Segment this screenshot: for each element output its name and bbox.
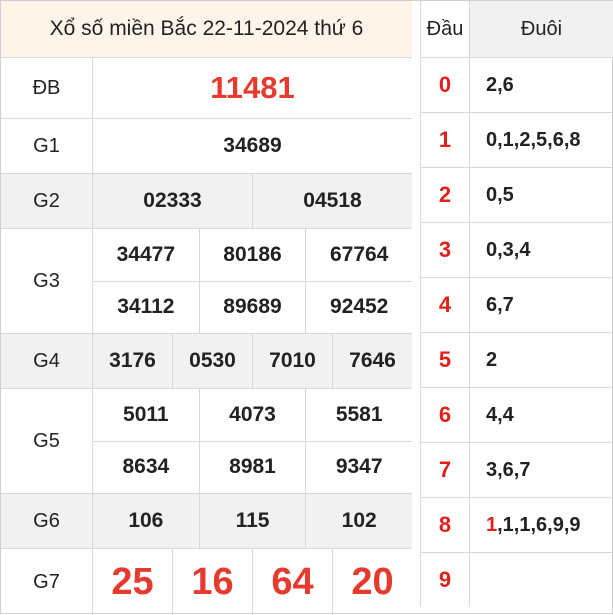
prize-number: 04518 [252,174,412,228]
prize-label-g4: G4 [1,334,93,388]
prize-row-g4: G4 3176 0530 7010 7646 [1,334,412,389]
prize-number: 02333 [143,189,202,212]
loto-row: 4 6,7 [421,278,613,333]
loto-tail [470,553,613,607]
tail-column-label: Đuôi [470,1,613,57]
loto-tail: 0,3,4 [486,238,531,261]
prize-number: 25 [111,560,154,603]
prize-row-g6: G6 106 115 102 [1,494,412,549]
loto-head: 8 [421,498,470,552]
prize-number: 106 [128,509,164,532]
prize-number: 34477 [116,242,176,266]
prize-number: 115 [198,494,306,548]
loto-row: 9 [421,553,613,607]
loto-head: 4 [421,278,470,332]
prize-number: 3176 [109,349,156,372]
loto-tail: 0,1,2,5,6,8 [486,128,581,151]
loto-tail: 0,5 [486,183,514,206]
special-prize-number: 11481 [210,70,295,105]
prize-number: 16 [172,549,252,615]
loto-head: 1 [421,113,470,167]
loto-tail: 4,4 [486,403,514,426]
prize-number: 89689 [198,281,306,333]
prize-row-g7: G7 25 16 64 20 [1,549,412,615]
lottery-results-panel: Xổ số miền Bắc 22-11-2024 thứ 6 ĐB 11481… [0,0,613,615]
prize-label-g6: G6 [1,494,93,548]
prize-label-g2: G2 [1,174,93,228]
loto-tail: 1,1,1,6,9,9 [470,498,613,552]
loto-row: 7 3,6,7 [421,443,613,498]
prize-number: 102 [305,494,412,548]
prize-number: 67764 [305,229,412,281]
loto-head: 6 [421,388,470,442]
results-title: Xổ số miền Bắc 22-11-2024 thứ 6 [1,1,412,58]
prize-number: 34112 [117,295,175,319]
loto-row: 8 1,1,1,6,9,9 [421,498,613,553]
loto-head: 9 [421,553,470,607]
prize-number: 5581 [305,389,412,441]
loto-tail: 2 [486,348,498,371]
loto-head: 7 [421,443,470,497]
prize-number: 20 [332,549,412,615]
prize-number: 8634 [122,455,170,479]
loto-row: 1 0,1,2,5,6,8 [421,113,613,168]
special-tail-highlight: 1 [486,513,498,536]
prize-number: 9347 [305,441,412,493]
prize-number: 92452 [305,281,412,333]
prize-label-g5: G5 [1,389,93,493]
head-column-label: Đầu [421,1,470,57]
prize-number: 34689 [223,134,282,157]
loto-head: 0 [421,58,470,112]
loto-head: 3 [421,223,470,277]
loto-head: 2 [421,168,470,222]
prize-number: 64 [252,549,332,615]
loto-header: Đầu Đuôi [421,1,613,58]
prize-number: 4073 [198,389,306,441]
prize-row-g3: G3 34477 80186 67764 34112 89689 92452 [1,229,412,334]
prize-number: 7646 [332,334,412,388]
prize-label-g1: G1 [1,119,93,173]
loto-head-tail-table: Đầu Đuôi 0 2,6 1 0,1,2,5,6,8 2 0,5 3 0,3,4 4… [420,1,613,607]
prize-number: 5011 [123,402,169,426]
prize-number: 80186 [198,229,306,281]
results-table: Xổ số miền Bắc 22-11-2024 thứ 6 ĐB 11481… [1,1,412,615]
prize-label-db: ĐB [1,58,93,118]
loto-head: 5 [421,333,470,387]
loto-tail: 2,6 [486,73,514,96]
prize-row-db: ĐB 11481 [1,58,412,119]
prize-label-g7: G7 [1,549,93,615]
prize-number: 0530 [172,334,252,388]
loto-row: 0 2,6 [421,58,613,113]
loto-row: 3 0,3,4 [421,223,613,278]
loto-tail: 3,6,7 [486,458,531,481]
loto-row: 6 4,4 [421,388,613,443]
prize-number: 7010 [252,334,332,388]
loto-row: 52 [421,333,613,388]
prize-row-g1: G1 34689 [1,119,412,174]
prize-number: 8981 [198,441,306,493]
prize-row-g5: G5 5011 4073 5581 8634 8981 9347 [1,389,412,494]
prize-label-g3: G3 [1,229,93,333]
loto-row: 2 0,5 [421,168,613,223]
prize-row-g2: G2 02333 04518 [1,174,412,229]
loto-tail-rest: ,1,1,6,9,9 [497,513,581,536]
loto-tail: 6,7 [486,293,514,316]
